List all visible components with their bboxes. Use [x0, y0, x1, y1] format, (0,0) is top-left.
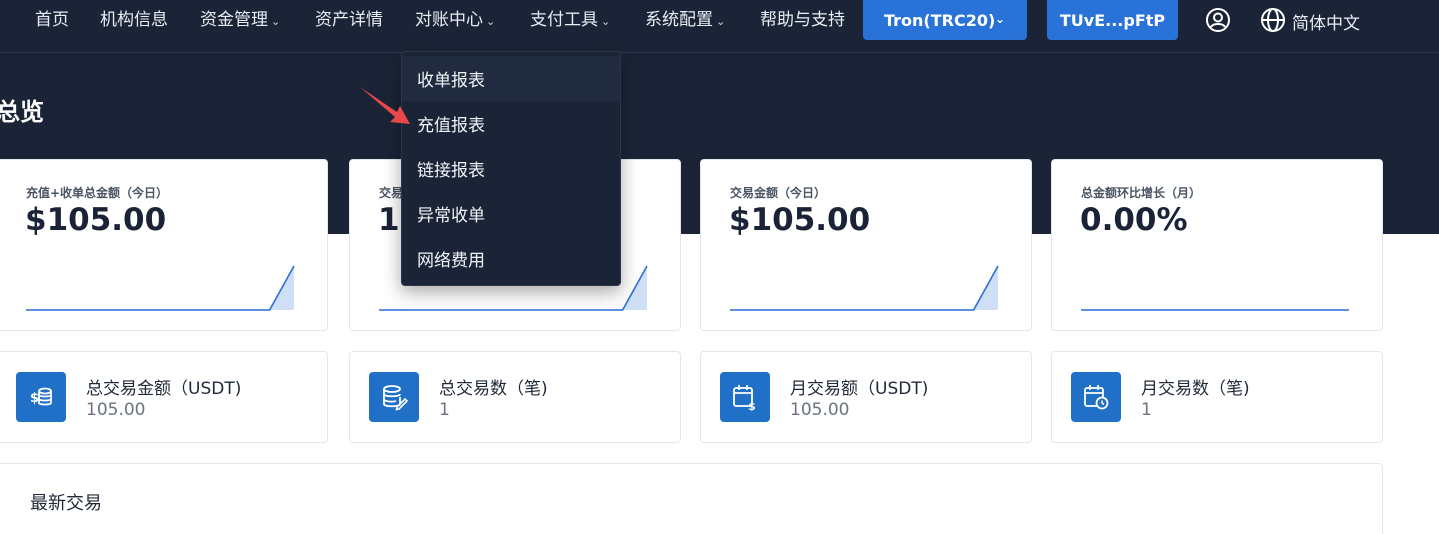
calendar-clock-icon	[1071, 372, 1121, 422]
menu-item-abnormal-acquiring[interactable]: 异常收单	[402, 191, 620, 236]
nav-fund-management[interactable]: 资金管理 ⌄	[200, 9, 280, 33]
summary-value: 1	[1141, 400, 1152, 420]
page-title: 总览	[0, 98, 44, 126]
menu-item-acquiring-report[interactable]: 收单报表	[402, 56, 620, 101]
summary-card-total-amount: $ 总交易金额（USDT) 105.00	[0, 351, 328, 443]
nav-system-config[interactable]: 系统配置 ⌄	[645, 9, 725, 33]
pointer-arrow-icon	[360, 87, 410, 124]
stat-value: $105.00	[25, 202, 167, 238]
chevron-down-icon: ⌄	[994, 12, 1005, 26]
chevron-down-icon: ⌄	[486, 15, 496, 28]
summary-title: 月交易数（笔)	[1141, 379, 1250, 399]
stat-card-total-amount: 充值+收单总金额（今日） $105.00	[0, 159, 328, 331]
language-selector[interactable]: 简体中文	[1292, 9, 1360, 34]
summary-value: 1	[439, 400, 450, 420]
sparkline-area	[730, 266, 998, 310]
sparkline-chart	[730, 265, 999, 311]
stat-label: 交易	[379, 186, 404, 200]
sparkline-chart	[26, 265, 295, 311]
stat-label: 总金额环比增长（月）	[1081, 186, 1202, 200]
chevron-down-icon: ⌄	[716, 15, 726, 28]
dollar-coins-icon: $	[16, 372, 66, 422]
top-nav: 首页 机构信息 资金管理 ⌄ 资产详情 对账中心 ⌄ 支付工具 ⌄ 系统配置 ⌄ 帮助与…	[0, 0, 1439, 40]
nav-home[interactable]: 首页	[35, 9, 69, 31]
chevron-down-icon: ⌄	[271, 15, 281, 28]
sparkline-area	[26, 266, 294, 310]
stat-value: $105.00	[729, 202, 871, 238]
summary-value: 105.00	[86, 400, 146, 420]
summary-value: 105.00	[790, 400, 850, 420]
nav-reconciliation-center[interactable]: 对账中心 ⌄	[415, 9, 495, 33]
nav-payment-tools[interactable]: 支付工具 ⌄	[530, 9, 610, 33]
database-edit-icon	[369, 372, 419, 422]
menu-item-network-fee[interactable]: 网络费用	[402, 236, 620, 281]
menu-item-link-report[interactable]: 链接报表	[402, 146, 620, 191]
chevron-down-icon: ⌄	[601, 15, 611, 28]
globe-icon[interactable]	[1260, 7, 1286, 33]
nav-org-info[interactable]: 机构信息	[100, 9, 168, 31]
summary-card-monthly-amount: $ 月交易额（USDT) 105.00	[700, 351, 1032, 443]
svg-text:$: $	[30, 391, 39, 406]
section-title: 最新交易	[30, 493, 102, 514]
menu-item-recharge-report[interactable]: 充值报表	[402, 101, 620, 146]
nav-help-support[interactable]: 帮助与支持	[760, 9, 845, 31]
summary-card-monthly-count: 月交易数（笔) 1	[1051, 351, 1383, 443]
nav-divider	[0, 52, 1439, 53]
latest-transactions-card: 最新交易	[0, 463, 1383, 534]
stat-card-growth: 总金额环比增长（月） 0.00%	[1051, 159, 1383, 331]
summary-title: 总交易金额（USDT)	[86, 379, 242, 399]
network-select[interactable]: Tron(TRC20) ⌄	[863, 0, 1027, 40]
user-circle-icon[interactable]	[1205, 7, 1231, 33]
summary-card-total-count: 总交易数（笔) 1	[349, 351, 681, 443]
summary-title: 总交易数（笔)	[439, 379, 548, 399]
stat-label: 交易金额（今日）	[730, 186, 827, 200]
sparkline-line	[26, 265, 295, 311]
sparkline-chart	[1081, 309, 1349, 311]
stat-card-transaction-amount: 交易金额（今日） $105.00	[700, 159, 1032, 331]
wallet-address-button[interactable]: TUvE...pFtP	[1047, 0, 1178, 40]
summary-title: 月交易额（USDT)	[790, 379, 929, 399]
reconciliation-dropdown-menu: 收单报表 充值报表 链接报表 异常收单 网络费用	[401, 51, 621, 286]
sparkline-line	[730, 265, 999, 311]
calendar-dollar-icon: $	[720, 372, 770, 422]
svg-text:$: $	[748, 400, 756, 411]
stat-value: 0.00%	[1080, 202, 1188, 238]
nav-asset-details[interactable]: 资产详情	[315, 9, 383, 31]
stat-value: 1	[378, 202, 400, 238]
stat-label: 充值+收单总金额（今日）	[26, 186, 169, 200]
